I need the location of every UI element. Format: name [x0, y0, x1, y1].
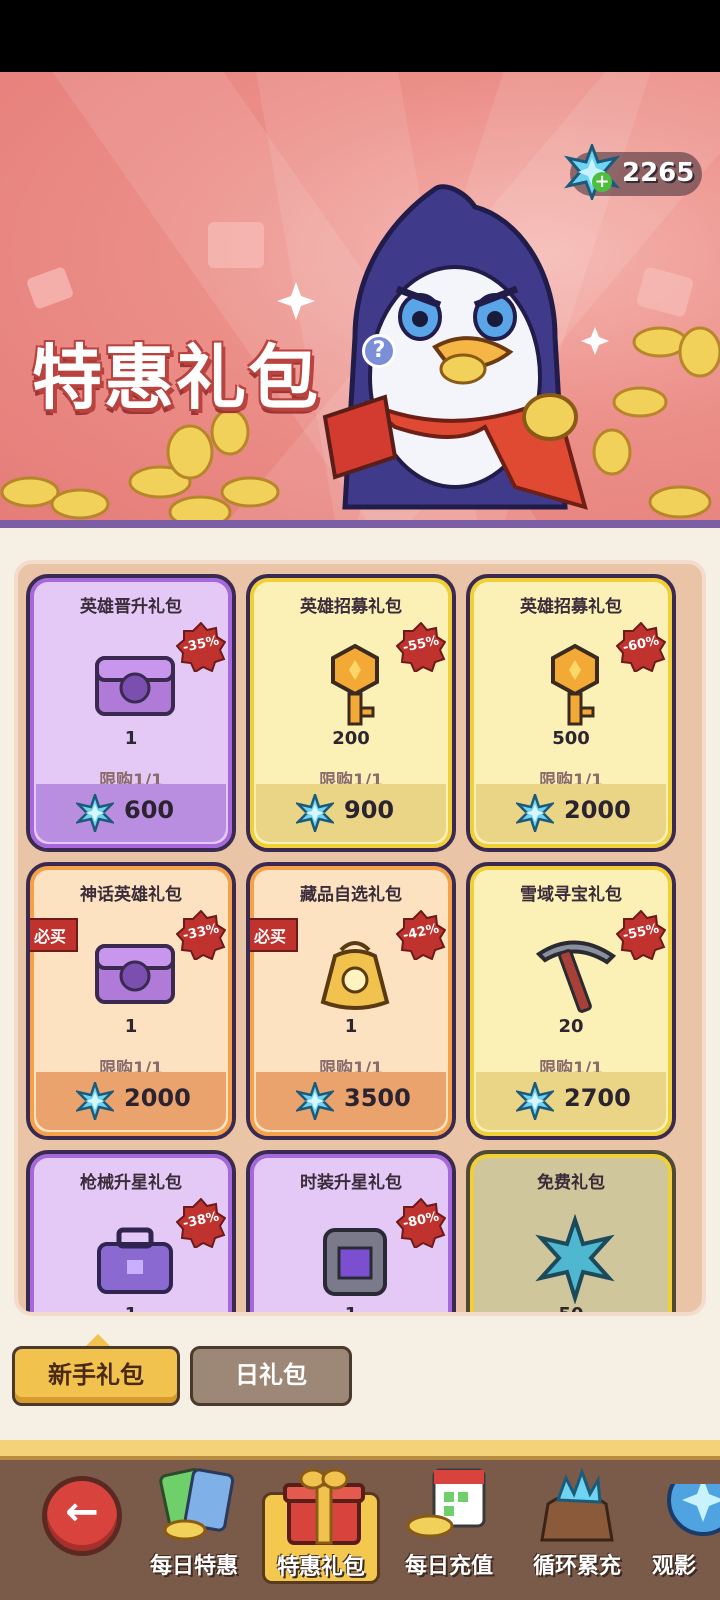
gift-pack-card[interactable]: 时装升星礼包 -80% 1 — [246, 1150, 456, 1316]
discount-badge: -33% — [175, 909, 227, 962]
pack-title: 英雄招募礼包 — [520, 597, 622, 617]
cube-icon — [323, 1228, 387, 1296]
nav-special-packs[interactable]: 特惠礼包 — [262, 1468, 380, 1584]
pack-price: 3500 — [344, 1084, 411, 1112]
pack-title: 枪械升星礼包 — [80, 1173, 182, 1193]
discount-badge: -60% — [615, 621, 667, 674]
crystal-icon — [514, 791, 556, 835]
crystal-icon — [535, 1214, 615, 1304]
gift-pack-card[interactable]: 免费礼包 50 — [466, 1150, 676, 1316]
pack-price: 2000 — [124, 1084, 191, 1112]
status-bar — [0, 0, 720, 72]
crystal-icon — [564, 144, 620, 200]
tab-daily-pack[interactable]: 日礼包 — [190, 1346, 352, 1406]
key-icon — [551, 643, 599, 726]
banner-divider — [0, 520, 720, 528]
nav-daily-recharge[interactable]: 每日充值 — [390, 1468, 508, 1584]
back-button[interactable]: ← — [42, 1476, 122, 1556]
help-button[interactable]: ? — [362, 334, 396, 368]
pack-title: 神话英雄礼包 — [80, 885, 182, 905]
nav-label: 每日充值 — [404, 1554, 493, 1579]
gift-pack-card[interactable]: 雪域寻宝礼包 -55% 20 限购1/1 2700 — [466, 862, 676, 1140]
pack-title: 免费礼包 — [537, 1173, 605, 1193]
main-panel: 英雄晋升礼包 -35% 1 限购1/1 600 英雄招募礼包 -55% 200 限购1/1 900… — [0, 528, 720, 1458]
pack-quantity: 1 — [344, 1016, 358, 1037]
pack-quantity: 1 — [124, 1016, 138, 1037]
must-buy-tag: 必买 — [30, 918, 79, 952]
bottom-nav-border — [0, 1440, 720, 1460]
pack-quantity: 20 — [558, 1016, 584, 1037]
bottom-nav: ← 每日特惠 特惠礼包 每日充值 循环累充 观影 — [0, 1440, 720, 1600]
pack-quantity: 1 — [124, 1304, 138, 1316]
pack-price: 2700 — [564, 1084, 631, 1112]
discount-badge: -35% — [175, 621, 227, 674]
pack-title: 时装升星礼包 — [300, 1173, 402, 1193]
gift-pack-card[interactable]: 英雄招募礼包 -60% 500 限购1/1 2000 — [466, 574, 676, 852]
pack-title: 英雄晋升礼包 — [80, 597, 182, 617]
back-arrow-icon: ← — [65, 1489, 99, 1535]
crystal-icon — [294, 791, 336, 835]
pack-title: 英雄招募礼包 — [300, 597, 402, 617]
pack-quantity: 500 — [552, 728, 590, 749]
banner: 特惠礼包 ? + 2265 — [0, 72, 720, 528]
pack-quantity: 1 — [124, 728, 138, 749]
discount-badge: -38% — [175, 1197, 227, 1250]
gift-pack-card[interactable]: 英雄晋升礼包 -35% 1 限购1/1 600 — [26, 574, 236, 852]
cards-icon — [159, 1468, 235, 1541]
must-buy-tag: 必买 — [250, 918, 299, 952]
currency-amount: 2265 — [622, 158, 695, 188]
nav-label: 观影 — [652, 1554, 697, 1579]
nav-label: 每日特惠 — [149, 1554, 238, 1579]
add-currency-icon[interactable]: + — [592, 172, 612, 192]
calendar-icon — [406, 1468, 486, 1538]
pickaxe-icon — [535, 940, 617, 1013]
bag-icon — [320, 941, 390, 1010]
crystal-icon — [74, 1079, 116, 1123]
penguin-mascot-icon — [322, 184, 588, 510]
pack-price: 900 — [344, 796, 395, 824]
crystal-icon — [514, 1079, 556, 1123]
discount-badge: -42% — [395, 909, 447, 962]
nav-label: 循环累充 — [532, 1554, 621, 1579]
discount-badge: -80% — [395, 1197, 447, 1250]
pack-price: 2000 — [564, 796, 631, 824]
banner-title: 特惠礼包 — [32, 337, 320, 419]
pack-quantity: 200 — [332, 728, 370, 749]
discount-badge: -55% — [395, 621, 447, 674]
gift-pack-card[interactable]: 枪械升星礼包 -38% 1 — [26, 1150, 236, 1316]
pack-quantity: 50 — [558, 1304, 584, 1316]
price-button[interactable]: 2000 — [36, 1072, 226, 1130]
price-button[interactable]: 2700 — [476, 1072, 666, 1130]
price-button[interactable]: 2000 — [476, 784, 666, 842]
tab-pointer — [86, 1334, 110, 1346]
gift-grid: 英雄晋升礼包 -35% 1 限购1/1 600 英雄招募礼包 -55% 200 限购1/1 900… — [14, 560, 706, 1316]
gift-pack-card[interactable]: 藏品自选礼包 -42% 必买 1 限购1/1 3500 — [246, 862, 456, 1140]
gift-pack-card[interactable]: 英雄招募礼包 -55% 200 限购1/1 900 — [246, 574, 456, 852]
nav-label: 特惠礼包 — [276, 1555, 365, 1580]
currency-display[interactable]: + 2265 — [564, 144, 702, 200]
chest-icon — [95, 944, 175, 1004]
key-icon — [331, 643, 379, 726]
pack-price: 600 — [124, 796, 175, 824]
crystal-icon — [667, 1484, 720, 1536]
price-button[interactable]: 3500 — [256, 1072, 446, 1130]
crystal-icon — [294, 1079, 336, 1123]
crystal-bag-icon — [540, 1467, 614, 1542]
pack-title: 藏品自选礼包 — [300, 885, 402, 905]
chest-icon — [95, 656, 175, 716]
crystal-icon — [74, 791, 116, 835]
price-button[interactable]: 600 — [36, 784, 226, 842]
pack-quantity: 1 — [344, 1304, 358, 1316]
tab-new-player-pack[interactable]: 新手礼包 — [12, 1346, 180, 1406]
discount-badge: -55% — [615, 909, 667, 962]
nav-watch-ad[interactable]: 观影 — [648, 1484, 720, 1584]
gift-pack-card[interactable]: 神话英雄礼包 -33% 必买 1 限购1/1 2000 — [26, 862, 236, 1140]
nav-daily-deals[interactable]: 每日特惠 — [135, 1468, 253, 1584]
gift-icon — [283, 1468, 365, 1545]
nav-cumulative-recharge[interactable]: 循环累充 — [518, 1467, 636, 1584]
price-button[interactable]: 900 — [256, 784, 446, 842]
pack-title: 雪域寻宝礼包 — [520, 885, 622, 905]
toolbox-icon — [97, 1227, 173, 1294]
